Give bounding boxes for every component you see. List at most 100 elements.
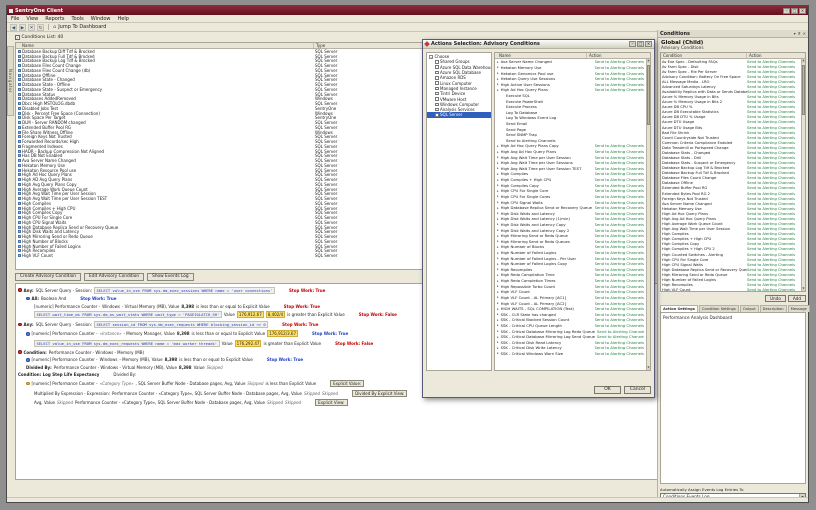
advisory-condition-row[interactable]: High Mirroring Send or Redo Queue Send t…: [661, 272, 801, 277]
expand-icon[interactable]: ▸: [497, 222, 499, 226]
tree-checkbox[interactable]: [435, 97, 439, 101]
expand-icon[interactable]: ▸: [497, 239, 499, 243]
tree-checkbox[interactable]: [435, 108, 439, 112]
expand-icon[interactable]: ▸: [497, 82, 499, 86]
forward-icon[interactable]: ▶: [19, 24, 26, 31]
conditions-list-checkbox[interactable]: ✓: [15, 35, 20, 40]
settings-tab[interactable]: Condition Settings: [699, 305, 739, 312]
dialog-condition-row[interactable]: ▸ SSK - Critical Windows Worn Size Send …: [495, 351, 646, 357]
advisory-condition-row[interactable]: Advisory Condition: Battery On Free Spac…: [661, 74, 801, 79]
advisory-condition-row[interactable]: High Avg Ad Hoc Query Plans Send to Aler…: [661, 216, 801, 221]
menu-item[interactable]: Reports: [45, 16, 64, 22]
expand-icon[interactable]: ▸: [497, 312, 499, 316]
refresh-icon[interactable]: ↻: [37, 24, 44, 31]
tree-checkbox[interactable]: [435, 103, 439, 107]
maximize-icon[interactable]: □: [791, 8, 798, 14]
dialog-condition-row[interactable]: ▸ High Avg Wait Time per User Session Se…: [495, 154, 646, 160]
dialog-condition-row[interactable]: ▸ High Avg Wait Time per User Sessions S…: [495, 160, 646, 166]
advisory-condition-row[interactable]: Database Stats - Drill Send to Alerting …: [661, 155, 801, 160]
expand-icon[interactable]: ▸: [497, 273, 499, 277]
expand-icon[interactable]: ▸: [497, 234, 499, 238]
advisory-condition-row[interactable]: Common Criteria Compliance Enabled Send …: [661, 140, 801, 145]
ok-button[interactable]: OK: [594, 386, 621, 394]
dialog-close-icon[interactable]: ×: [645, 41, 652, 47]
expand-icon[interactable]: ▸: [497, 155, 499, 159]
advisory-condition-row[interactable]: Count Countryside Not Trusted Send to Al…: [661, 135, 801, 140]
advisory-scroll-thumb[interactable]: [802, 65, 805, 115]
expand-icon[interactable]: ▸: [497, 301, 499, 305]
settings-tab[interactable]: Output: [740, 305, 759, 312]
advisory-condition-row[interactable]: High Number of Failed Logins Send to Ale…: [661, 277, 801, 282]
panel-close-icon[interactable]: ×: [803, 31, 806, 36]
expand-icon[interactable]: ▸: [497, 251, 499, 255]
expand-icon[interactable]: ▸: [497, 65, 499, 69]
advisory-condition-row[interactable]: Database Stats - Changed Send to Alertin…: [661, 150, 801, 155]
expand-icon[interactable]: ▸: [497, 88, 499, 92]
dialog-condition-row[interactable]: ▸ High Number of Failed Logins - Per Use…: [495, 255, 646, 261]
expand-icon[interactable]: ▸: [497, 284, 499, 288]
condition-row[interactable]: High VLF Count SQL Server: [16, 253, 424, 258]
advisory-scroll-down-icon[interactable]: ▼: [802, 287, 805, 291]
expand-icon[interactable]: ▸: [497, 318, 499, 322]
advisory-condition-row[interactable]: High Compiles Copy Send to Alerting Chan…: [661, 242, 801, 247]
stop-icon[interactable]: ✕: [28, 24, 35, 31]
create-advisory-condition-button[interactable]: Create Advisory Condition: [15, 273, 81, 281]
advisory-condition-row[interactable]: High Compiles + High CPU 2 Send to Alert…: [661, 247, 801, 252]
navigator-collapsed-tab[interactable]: Navigator: [7, 46, 14, 116]
dialog-column-name[interactable]: Name: [495, 53, 587, 58]
advisory-condition-row[interactable]: Azure DB DTU % Usage Send to Alerting Ch…: [661, 115, 801, 120]
advisory-scroll-up-icon[interactable]: ▲: [802, 59, 805, 63]
advisory-condition-row[interactable]: ALL Message Media - LRO Send to Alerting…: [661, 79, 801, 84]
dialog-minimize-icon[interactable]: –: [629, 41, 636, 47]
dialog-maximize-icon[interactable]: □: [637, 41, 644, 47]
collapse-icon[interactable]: −: [429, 55, 433, 59]
expand-icon[interactable]: ▸: [497, 245, 499, 249]
jump-to-dashboard-button[interactable]: ⌂ Jump To Dashboard: [53, 24, 106, 30]
menu-item[interactable]: Tools: [71, 16, 83, 22]
cancel-button[interactable]: Cancel: [624, 386, 651, 394]
expand-icon[interactable]: ▸: [497, 290, 499, 294]
minimize-icon[interactable]: –: [783, 8, 790, 14]
expand-icon[interactable]: ▸: [497, 60, 499, 64]
advisory-condition-row[interactable]: Av Exe Spec - Defaulting FAQs Send to Al…: [661, 59, 801, 64]
advisory-condition-row[interactable]: Azure DTU Usage Send to Alerting Channel…: [661, 120, 801, 125]
advisory-condition-row[interactable]: Data Treadmill or Portspeed Change Send …: [661, 145, 801, 150]
expand-icon[interactable]: ▸: [497, 172, 499, 176]
dialog-condition-row[interactable]: ▸ SSK - Critical Database Mirroring Log …: [495, 328, 646, 334]
settings-tab[interactable]: Description: [760, 305, 787, 312]
advisory-condition-row[interactable]: Ava Server Name Changed Send to Alerting…: [661, 201, 801, 206]
advisory-condition-row[interactable]: Availability Replica with Data or Sends …: [661, 89, 801, 94]
column-type[interactable]: Type: [314, 43, 428, 48]
expand-icon[interactable]: ▸: [497, 323, 499, 327]
expand-icon[interactable]: ▸: [497, 335, 499, 339]
advisory-condition-row[interactable]: High CPU For Single Core Send to Alertin…: [661, 257, 801, 262]
advisory-condition-row[interactable]: High Counted Switches - Alerting Send to…: [661, 252, 801, 257]
expand-icon[interactable]: ▸: [497, 161, 499, 165]
dialog-condition-row[interactable]: ▸ High Database Replica Send or Recovery…: [495, 205, 646, 211]
expression-row[interactable]: Avg, ValueSkippedPerformance Counter - «…: [34, 399, 656, 406]
expand-icon[interactable]: ▸: [497, 206, 499, 210]
advisory-condition-row[interactable]: Database Backup Log Tdf & Brocked Send t…: [661, 166, 801, 171]
expand-icon[interactable]: ▸: [497, 256, 499, 260]
advisory-condition-row[interactable]: High VLF Count Send to Alerting Channels: [661, 288, 801, 291]
menu-item[interactable]: Help: [117, 16, 128, 22]
expand-icon[interactable]: ▸: [497, 340, 499, 344]
advisory-condition-row[interactable]: Azure DTU Usage Bits Send to Alerting Ch…: [661, 125, 801, 130]
advisory-condition-row[interactable]: High Database Replica Send or Recovery Q…: [661, 267, 801, 272]
dialog-condition-row[interactable]: ▸ High Avg Wait Time per User Session TE…: [495, 166, 646, 172]
advisory-condition-row[interactable]: Extended Buffer Pool RG Send to Alerting…: [661, 186, 801, 191]
menu-item[interactable]: File: [11, 16, 19, 22]
advisory-condition-row[interactable]: High Average Work Queue Count Send to Al…: [661, 222, 801, 227]
advisory-condition-row[interactable]: Extended Bytes Pool RG 2 Send to Alertin…: [661, 191, 801, 196]
advisory-condition-row[interactable]: Av Farm Spec - File Per Server Send to A…: [661, 69, 801, 74]
expand-icon[interactable]: ▸: [497, 71, 499, 75]
expand-icon[interactable]: ▸: [497, 279, 499, 283]
close-icon[interactable]: ×: [799, 8, 806, 14]
expand-icon[interactable]: ▸: [497, 295, 499, 299]
expand-icon[interactable]: ▸: [497, 211, 499, 215]
column-condition[interactable]: Condition: [661, 53, 747, 58]
advisory-condition-row[interactable]: Azure % Memory Usage in Bits 2 Send to A…: [661, 100, 801, 105]
tree-checkbox[interactable]: [435, 92, 439, 96]
edit-advisory-condition-button[interactable]: Edit Advisory Condition: [84, 273, 144, 281]
advisory-condition-row[interactable]: Hekaton Memory Use Send to Alerting Chan…: [661, 206, 801, 211]
